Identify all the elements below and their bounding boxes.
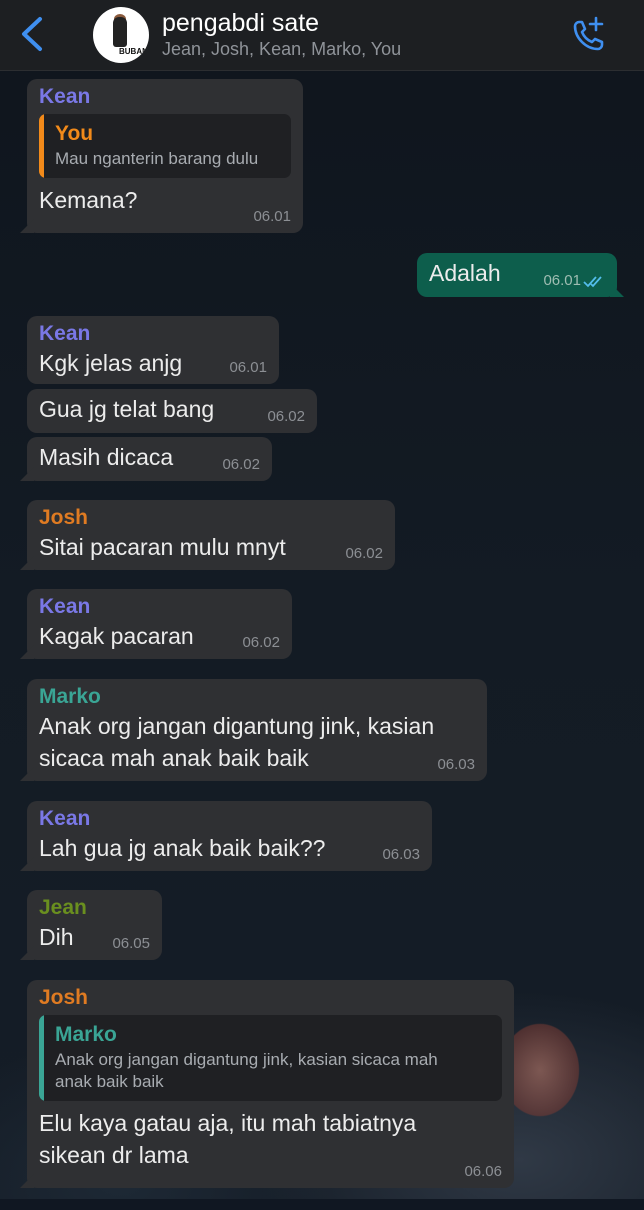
- message-text-line: sikean dr lama: [39, 1142, 189, 1168]
- message-text: Sitai pacaran mulu mnyt: [39, 534, 286, 560]
- message-time: 06.03: [437, 756, 475, 773]
- quoted-sender: You: [55, 122, 94, 145]
- quoted-text-line: anak baik baik: [55, 1072, 164, 1091]
- message-sender: Kean: [39, 322, 91, 345]
- message-text-line: Anak org jangan digantung jink, kasian: [39, 713, 435, 739]
- message-text: Lah gua jg anak baik baik??: [39, 835, 326, 861]
- message-time: 06.06: [464, 1163, 502, 1180]
- group-members[interactable]: Jean, Josh, Kean, Marko, You: [162, 39, 401, 60]
- quoted-text-line: Anak org jangan digantung jink, kasian s…: [55, 1050, 438, 1069]
- message-time: 06.03: [382, 846, 420, 863]
- message-sender: Kean: [39, 85, 91, 108]
- message-sender: Kean: [39, 595, 91, 618]
- message-time: 06.02: [222, 456, 260, 473]
- message-time: 06.01: [543, 272, 581, 289]
- chevron-left-icon: [22, 17, 42, 51]
- message-sender: Josh: [39, 986, 89, 1009]
- message-bubble[interactable]: Kean Kagak pacaran 06.02: [27, 589, 292, 659]
- message-bubble[interactable]: Gua jg telat bang 06.02: [27, 389, 317, 433]
- message-time: 06.01: [229, 359, 267, 376]
- message-sender: Kean: [39, 807, 91, 830]
- message-sender: Josh: [39, 506, 89, 529]
- message-time: 06.05: [112, 935, 150, 952]
- quoted-message[interactable]: You Mau nganterin barang dulu: [39, 114, 291, 178]
- message-bubble[interactable]: Marko Anak org jangan digantung jink, ka…: [27, 679, 487, 781]
- group-name[interactable]: pengabdi sate: [162, 9, 319, 38]
- group-avatar[interactable]: BUBAN: [93, 7, 149, 63]
- phone-plus-icon: [573, 16, 604, 51]
- message-bubble[interactable]: Kean Lah gua jg anak baik baik?? 06.03: [27, 801, 432, 871]
- message-bubble[interactable]: Kean Kgk jelas anjg 06.01: [27, 316, 279, 384]
- read-ticks-icon: [583, 276, 602, 288]
- avatar-label: BUBAN: [119, 47, 148, 56]
- message-text: Gua jg telat bang: [39, 396, 215, 422]
- message-bubble-outgoing[interactable]: Adalah 06.01: [417, 253, 617, 297]
- message-time: 06.02: [242, 634, 280, 651]
- quoted-sender: Marko: [55, 1023, 117, 1046]
- message-bubble[interactable]: Jean Dih 06.05: [27, 890, 162, 960]
- message-bubble[interactable]: Josh Marko Anak org jangan digantung jin…: [27, 980, 514, 1188]
- message-time: 06.02: [267, 408, 305, 425]
- message-bubble[interactable]: Josh Sitai pacaran mulu mnyt 06.02: [27, 500, 395, 570]
- message-time: 06.02: [345, 545, 383, 562]
- quoted-text: Mau nganterin barang dulu: [55, 149, 259, 168]
- message-sender: Marko: [39, 685, 101, 708]
- message-text-line: sicaca mah anak baik baik: [39, 745, 309, 771]
- message-sender: Jean: [39, 896, 87, 919]
- message-text-line: Elu kaya gatau aja, itu mah tabiatnya: [39, 1110, 417, 1136]
- message-bubble[interactable]: Masih dicaca 06.02: [27, 437, 272, 481]
- message-bubble[interactable]: Kean You Mau nganterin barang dulu Keman…: [27, 79, 303, 233]
- quoted-message[interactable]: Marko Anak org jangan digantung jink, ka…: [39, 1015, 502, 1101]
- add-call-button[interactable]: [566, 14, 610, 56]
- message-time: 06.01: [253, 208, 291, 225]
- chat-header: BUBAN pengabdi sate Jean, Josh, Kean, Ma…: [0, 0, 644, 71]
- back-button[interactable]: [14, 14, 54, 54]
